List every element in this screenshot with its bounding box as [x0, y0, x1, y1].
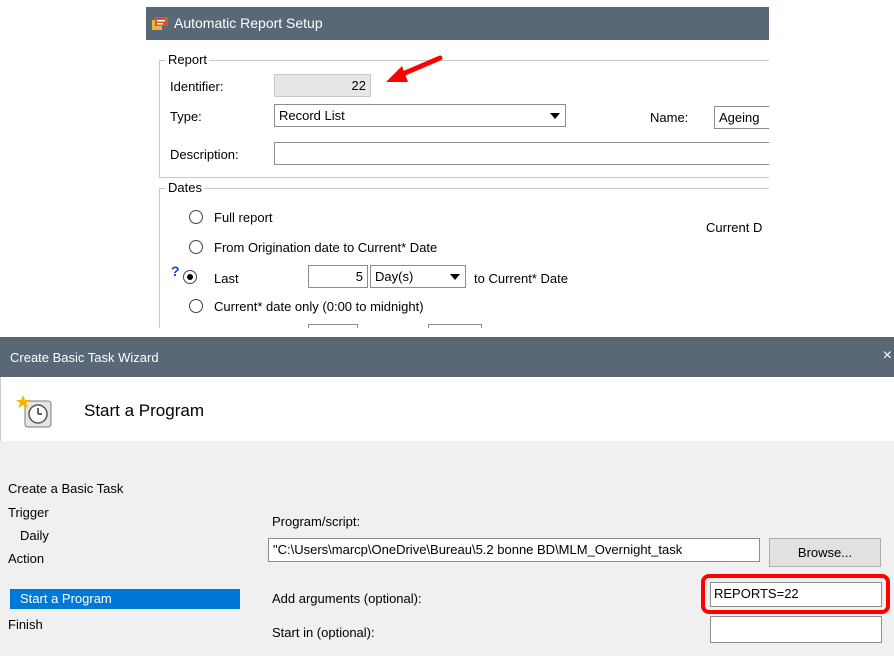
annotation-arrow [386, 55, 443, 82]
radio-last[interactable] [183, 270, 197, 284]
chevron-down-icon [550, 113, 560, 119]
report-titlebar: Automatic Report Setup [146, 7, 769, 40]
nav-item-label: Finish [8, 617, 43, 632]
report-window-title: Automatic Report Setup [174, 15, 323, 31]
wizard-window-title: Create Basic Task Wizard [10, 350, 159, 365]
identifier-field: 22 [274, 74, 371, 97]
help-icon[interactable]: ? [171, 263, 180, 279]
description-label: Description: [170, 147, 239, 162]
origination-date-label: From Origination date to Current* Date [214, 240, 438, 255]
annotation-highlight-box [701, 574, 890, 614]
nav-item-create-basic-task[interactable]: Create a Basic Task [0, 479, 240, 499]
name-label: Name: [650, 110, 689, 125]
scheduled-task-icon [16, 395, 52, 428]
nav-item-start-a-program[interactable]: Start a Program [10, 589, 240, 609]
wizard-header: Start a Program [0, 377, 894, 441]
nav-item-label: Start a Program [20, 591, 112, 606]
to-time-field[interactable] [428, 324, 482, 328]
start-in-label: Start in (optional): [272, 625, 375, 640]
nav-item-label: Daily [20, 528, 49, 543]
nav-item-label: Trigger [8, 505, 49, 520]
current-date-only-label: Current* date only (0:00 to midnight) [214, 299, 424, 314]
program-script-label: Program/script: [272, 514, 361, 529]
add-arguments-label: Add arguments (optional): [272, 591, 422, 606]
identifier-label: Identifier: [170, 79, 224, 94]
program-script-input[interactable]: "C:\Users\marcp\OneDrive\Bureau\5.2 bonn… [268, 538, 760, 562]
create-basic-task-wizard-window: Create Basic Task Wizard × Start a Progr… [0, 337, 894, 656]
radio-full-report[interactable] [189, 210, 203, 224]
type-dropdown[interactable]: Record List [274, 104, 566, 127]
app-icon [152, 17, 168, 30]
name-field[interactable]: Ageing [714, 106, 769, 129]
radio-origination-date[interactable] [189, 240, 203, 254]
nav-item-finish[interactable]: Finish [0, 615, 240, 635]
last-unit-value: Day(s) [375, 269, 414, 284]
type-dropdown-value: Record List [279, 108, 345, 123]
last-amount-field[interactable]: 5 [308, 265, 368, 288]
from-time-field[interactable] [308, 324, 358, 328]
nav-item-daily[interactable]: Daily [0, 526, 240, 546]
last-unit-dropdown[interactable]: Day(s) [370, 265, 466, 288]
type-label: Type: [170, 109, 202, 124]
close-icon[interactable]: × [883, 347, 892, 365]
current-date-label: Current D [706, 220, 763, 235]
wizard-page-title: Start a Program [84, 401, 204, 420]
wizard-titlebar: Create Basic Task Wizard × [0, 337, 894, 377]
chevron-down-icon [450, 274, 460, 280]
automatic-report-setup-window: Automatic Report Setup Report Identifier… [146, 7, 769, 328]
nav-item-action[interactable]: Action [0, 549, 240, 569]
wizard-body: Create a Basic Task Trigger Daily Action… [0, 441, 894, 656]
nav-item-trigger[interactable]: Trigger [0, 503, 240, 523]
last-suffix-label: to Current* Date [474, 271, 568, 286]
nav-item-label: Create a Basic Task [8, 481, 124, 496]
dates-group-title: Dates [166, 180, 204, 195]
browse-button[interactable]: Browse... [769, 538, 881, 567]
report-group-title: Report [166, 52, 210, 67]
description-field[interactable] [274, 142, 769, 165]
start-in-input[interactable] [710, 616, 882, 643]
last-label: Last [214, 271, 239, 286]
full-report-label: Full report [214, 210, 273, 225]
nav-item-label: Action [8, 551, 45, 566]
browse-button-label: Browse... [797, 545, 853, 560]
radio-current-date-only[interactable] [189, 299, 203, 313]
